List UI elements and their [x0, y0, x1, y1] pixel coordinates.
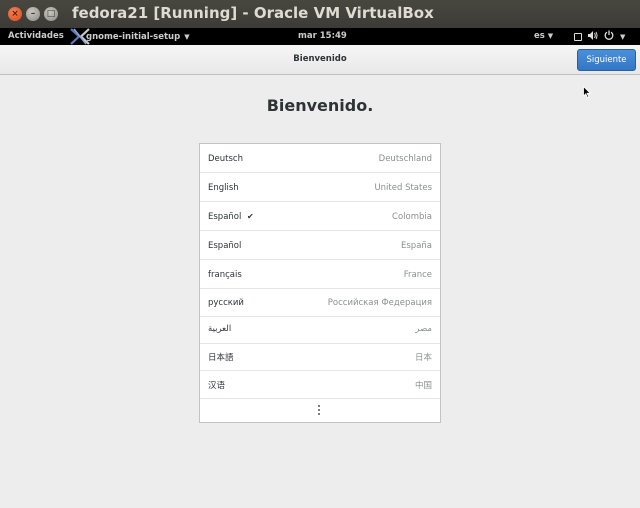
language-region: 中国 [414, 381, 432, 391]
language-region: France [403, 270, 432, 280]
setup-header-bar: Bienvenido Siguiente [0, 45, 640, 75]
language-row-espanol-colombia[interactable]: Español ✔ Colombia [200, 202, 440, 231]
chevron-down-icon: ▼ [620, 33, 626, 41]
display-icon [574, 33, 582, 41]
next-button[interactable]: Siguiente [577, 49, 636, 71]
language-list: Deutsch Deutschland English United State… [199, 143, 441, 423]
vm-window-titlebar: × – □ fedora21 [Running] - Oracle VM Vir… [0, 0, 640, 28]
language-row-russian[interactable]: русский Российская Федерация [200, 289, 440, 317]
page-title: Bienvenido. [266, 96, 374, 115]
vertical-ellipsis-icon [318, 405, 321, 417]
more-languages-button[interactable] [200, 399, 440, 423]
app-menu[interactable]: gnome-initial-setup ▼ [70, 28, 190, 45]
language-name: العربية [208, 324, 232, 334]
language-region: United States [374, 183, 432, 193]
language-name: English [208, 183, 239, 193]
language-region: España [401, 241, 432, 251]
checkmark-icon: ✔ [247, 212, 254, 221]
chevron-down-icon: ▼ [184, 32, 190, 41]
language-row-japanese[interactable]: 日本語 日本 [200, 344, 440, 371]
language-region: Deutschland [378, 154, 432, 164]
mouse-pointer-icon [583, 83, 592, 102]
language-name: français [208, 270, 242, 280]
language-row-deutsch[interactable]: Deutsch Deutschland [200, 144, 440, 173]
keyboard-layout-label: es [534, 31, 545, 41]
language-region: 日本 [414, 353, 432, 363]
window-close-button[interactable]: × [8, 7, 22, 21]
volume-icon [588, 30, 598, 44]
language-region: Российская Федерация [327, 298, 432, 308]
language-row-arabic[interactable]: العربية مصر [200, 317, 440, 344]
language-region: مصر [415, 324, 432, 334]
x-logo-icon [70, 28, 90, 45]
activities-button[interactable]: Actividades [8, 31, 64, 41]
language-name: 日本語 [208, 353, 234, 363]
language-row-english[interactable]: English United States [200, 173, 440, 202]
language-name: Deutsch [208, 154, 243, 164]
language-name: 汉语 [208, 381, 226, 391]
language-name: Español [208, 212, 242, 222]
clock[interactable]: mar 15:49 [298, 31, 347, 41]
chevron-down-icon: ▼ [547, 32, 554, 40]
language-name: Español [208, 241, 242, 251]
window-minimize-button[interactable]: – [26, 7, 40, 21]
header-title: Bienvenido [293, 54, 347, 64]
window-title: fedora21 [Running] - Oracle VM VirtualBo… [72, 4, 434, 22]
system-menu[interactable]: ▼ [574, 30, 625, 44]
language-row-espanol-espana[interactable]: Español España [200, 231, 440, 260]
app-menu-label: gnome-initial-setup [86, 31, 181, 42]
language-region: Colombia [392, 212, 432, 222]
power-icon [604, 30, 614, 44]
keyboard-layout-indicator[interactable]: es ▼ [534, 31, 553, 41]
gnome-top-bar: Actividades gnome-initial-setup ▼ mar 15… [0, 28, 640, 45]
language-row-francais[interactable]: français France [200, 260, 440, 289]
language-row-chinese[interactable]: 汉语 中国 [200, 371, 440, 399]
language-name: русский [208, 298, 244, 308]
window-maximize-button[interactable]: □ [44, 7, 58, 21]
